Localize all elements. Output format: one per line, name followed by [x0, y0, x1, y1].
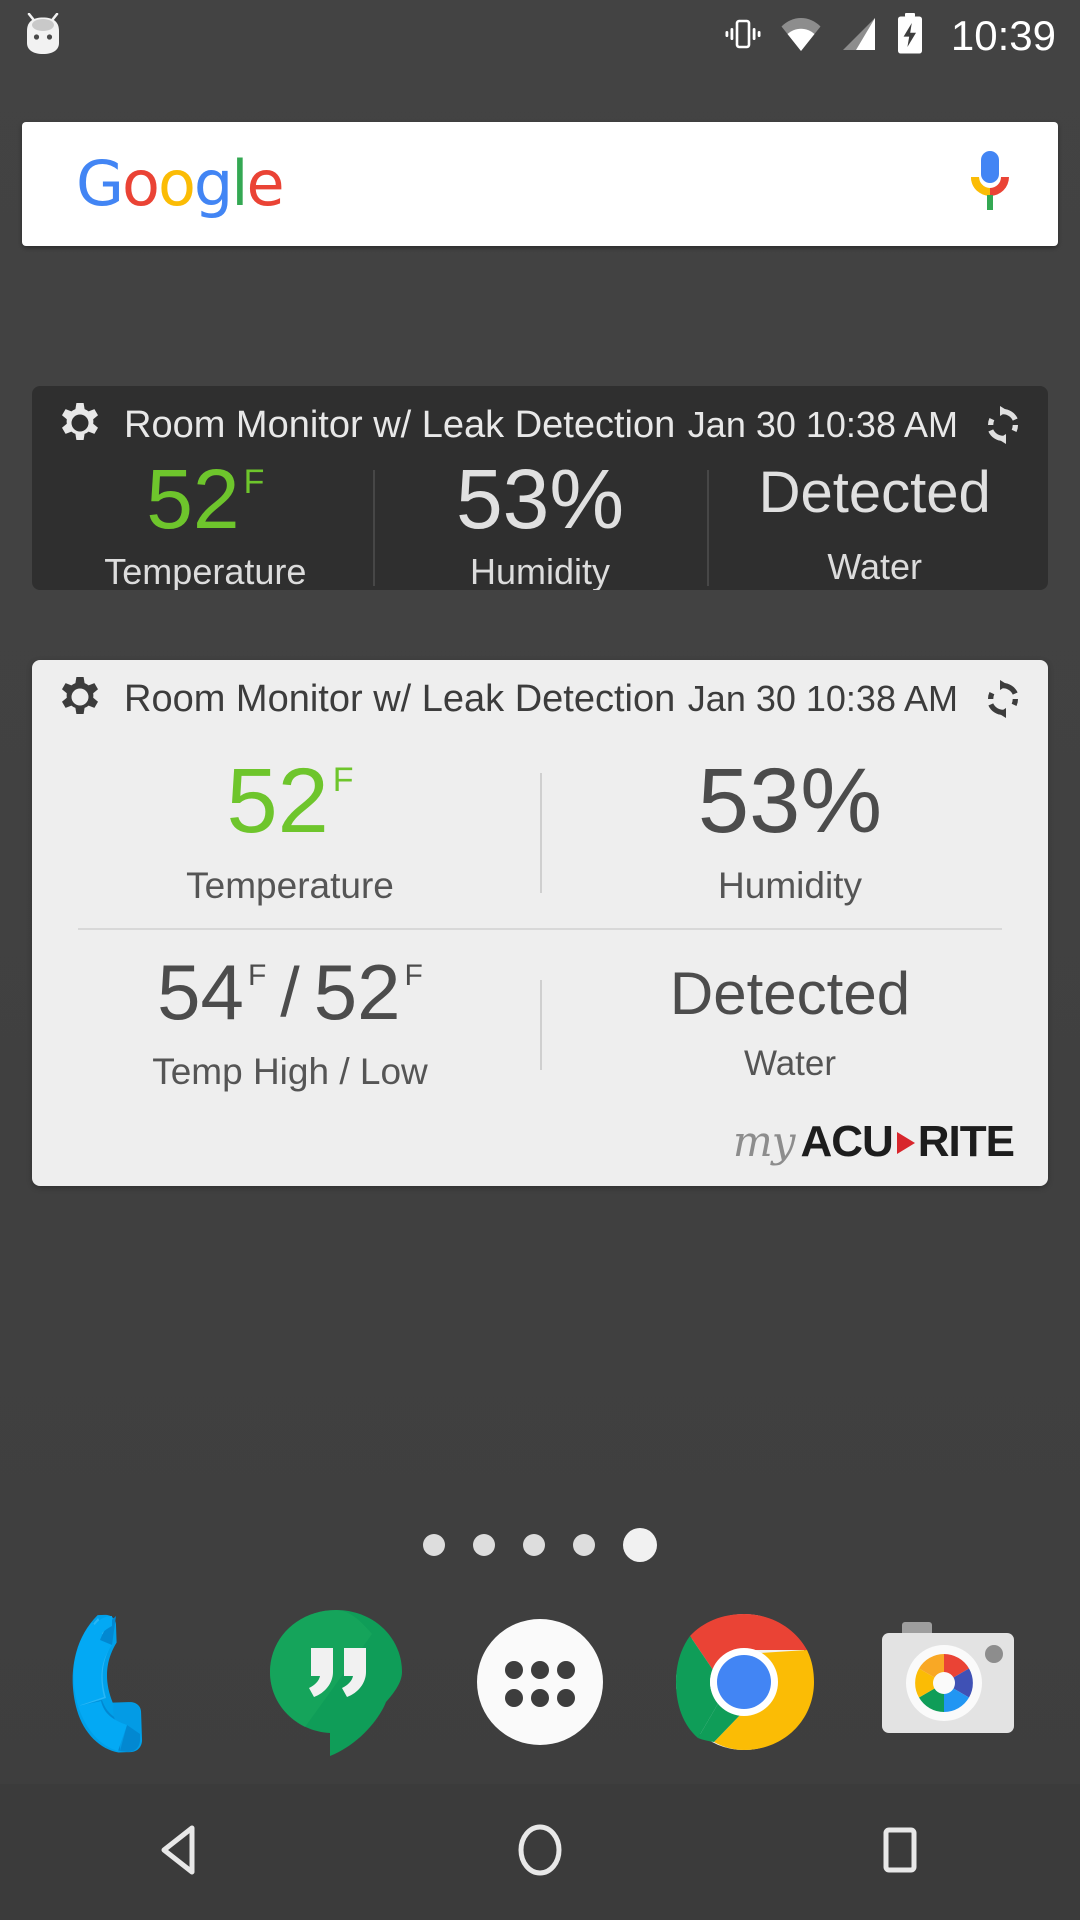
humidity-unit: %: [549, 452, 625, 547]
google-logo-letter-o2: o: [157, 147, 196, 220]
home-button[interactable]: [460, 1784, 620, 1920]
humidity-unit: %: [800, 749, 883, 852]
refresh-icon[interactable]: [980, 402, 1026, 448]
high-low-separator: /: [280, 953, 300, 1032]
dock-item-chrome[interactable]: [660, 1600, 828, 1768]
acurite-widget-compact[interactable]: Room Monitor w/ Leak Detection Jan 30 10…: [32, 386, 1048, 590]
widget-timestamp-dark: Jan 30 10:38 AM: [687, 404, 958, 445]
water-label: Water: [827, 545, 923, 587]
refresh-icon[interactable]: [980, 676, 1026, 722]
widget-title-light: Room Monitor w/ Leak Detection: [124, 677, 676, 720]
temperature-unit: F: [332, 760, 354, 799]
water-value: Detected: [669, 960, 911, 1028]
brand-my-text: my: [732, 1117, 796, 1166]
status-bar-left: [24, 12, 723, 60]
app-drawer-icon[interactable]: [464, 1606, 616, 1763]
google-search-bar[interactable]: G o o g l e: [22, 122, 1058, 246]
google-logo: G o o g l e: [76, 147, 285, 220]
acurite-brand-logo: my ACU RITE: [732, 1117, 1015, 1166]
vibrate-icon: [723, 14, 763, 59]
temp-low-value: 52: [313, 948, 401, 1037]
widget-header-light: Room Monitor w/ Leak Detection Jan 30 10…: [32, 660, 1048, 738]
temp-high-value: 54: [157, 948, 244, 1037]
page-dot-3[interactable]: [523, 1534, 545, 1556]
hangouts-icon[interactable]: [260, 1604, 412, 1765]
page-dot-1[interactable]: [423, 1534, 445, 1556]
google-logo-letter-g2: g: [193, 147, 233, 220]
water-value: Detected: [758, 460, 991, 526]
metric-humidity-dark: 53 % Humidity: [372, 452, 708, 590]
page-dot-4[interactable]: [573, 1534, 595, 1556]
humidity-value: 53: [455, 452, 550, 547]
google-logo-letter-e: e: [246, 147, 285, 220]
metric-temp-high-low: 54 F / 52 F Temp High / Low: [40, 948, 540, 1093]
camera-icon[interactable]: [874, 1616, 1022, 1753]
metric-value-group: 53 %: [697, 749, 883, 852]
brand-rite-text: RITE: [917, 1117, 1015, 1166]
page-dot-5-active[interactable]: [623, 1528, 657, 1562]
metric-value-group: Detected: [669, 960, 911, 1028]
metric-water-dark: Detected Water: [707, 464, 1042, 590]
widget-light-row-top: 52 F Temperature 53 % Humidity: [32, 738, 1048, 928]
dock-item-camera[interactable]: [864, 1600, 1032, 1768]
cell-signal-icon: [839, 15, 879, 58]
phone-icon[interactable]: [54, 1604, 210, 1765]
status-bar: 10:39: [0, 0, 1080, 72]
google-logo-letter-o1: o: [122, 147, 160, 220]
temp-low-unit: F: [404, 959, 423, 993]
gear-icon[interactable]: [58, 401, 102, 450]
widget-dark-metrics: 52 F Temperature 53 % Humidity Detected …: [32, 452, 1048, 590]
status-bar-right: 10:39: [723, 12, 1056, 60]
metric-value-group: Detected: [758, 460, 991, 526]
back-triangle-icon[interactable]: [148, 1818, 212, 1887]
metric-value-group: 52 F: [146, 452, 265, 547]
microphone-icon[interactable]: [960, 145, 1020, 224]
widget-timestamp-light: Jan 30 10:38 AM: [687, 678, 958, 719]
home-screen: 10:39 G o o g l e Room Monitor w/ Leak D…: [0, 0, 1080, 1920]
temperature-label: Temperature: [104, 550, 307, 590]
battery-charging-icon: [895, 12, 925, 60]
humidity-label: Humidity: [718, 865, 862, 907]
water-label: Water: [743, 1043, 837, 1083]
metric-value-group: 54 F / 52 F: [157, 948, 423, 1037]
wifi-icon: [779, 15, 823, 58]
temperature-label: Temperature: [186, 865, 394, 907]
metric-temperature-light: 52 F Temperature: [40, 749, 540, 908]
metric-value-group: 52 F: [226, 749, 354, 852]
brand-acu-text: ACU: [800, 1117, 893, 1166]
dock: [0, 1594, 1080, 1774]
metric-humidity-light: 53 % Humidity: [540, 749, 1040, 908]
back-button[interactable]: [100, 1784, 260, 1920]
dock-item-app-drawer[interactable]: [456, 1600, 624, 1768]
humidity-label: Humidity: [469, 550, 611, 590]
temperature-unit: F: [243, 463, 265, 502]
widget-title-dark: Room Monitor w/ Leak Detection: [124, 403, 676, 446]
acurite-widget-expanded[interactable]: Room Monitor w/ Leak Detection Jan 30 10…: [32, 660, 1048, 1186]
temp-high-unit: F: [247, 959, 267, 993]
recents-square-icon[interactable]: [868, 1818, 932, 1887]
brand-arrow-icon: [896, 1132, 915, 1154]
navigation-bar: [0, 1784, 1080, 1920]
google-logo-letter-g1: G: [76, 147, 124, 220]
gear-icon[interactable]: [58, 675, 102, 724]
metric-value-group: 53 %: [455, 452, 625, 547]
temperature-value: 52: [146, 452, 240, 547]
dock-item-hangouts[interactable]: [252, 1600, 420, 1768]
android-head-icon: [24, 12, 62, 60]
page-dot-2[interactable]: [473, 1534, 495, 1556]
metric-water-light: Detected Water: [540, 960, 1040, 1083]
home-circle-icon[interactable]: [508, 1818, 572, 1887]
temperature-value: 52: [226, 749, 329, 852]
dock-item-phone[interactable]: [48, 1600, 216, 1768]
recents-button[interactable]: [820, 1784, 980, 1920]
chrome-icon[interactable]: [668, 1606, 820, 1763]
page-indicator: [0, 1528, 1080, 1562]
temp-high-low-label: Temp High / Low: [152, 1050, 428, 1092]
metric-temperature-dark: 52 F Temperature: [38, 452, 373, 590]
google-logo-letter-l: l: [231, 147, 248, 220]
widget-light-row-bottom: 54 F / 52 F Temp High / Low Detected Wat…: [32, 930, 1048, 1120]
humidity-value: 53: [697, 749, 801, 852]
status-bar-clock: 10:39: [950, 12, 1056, 59]
